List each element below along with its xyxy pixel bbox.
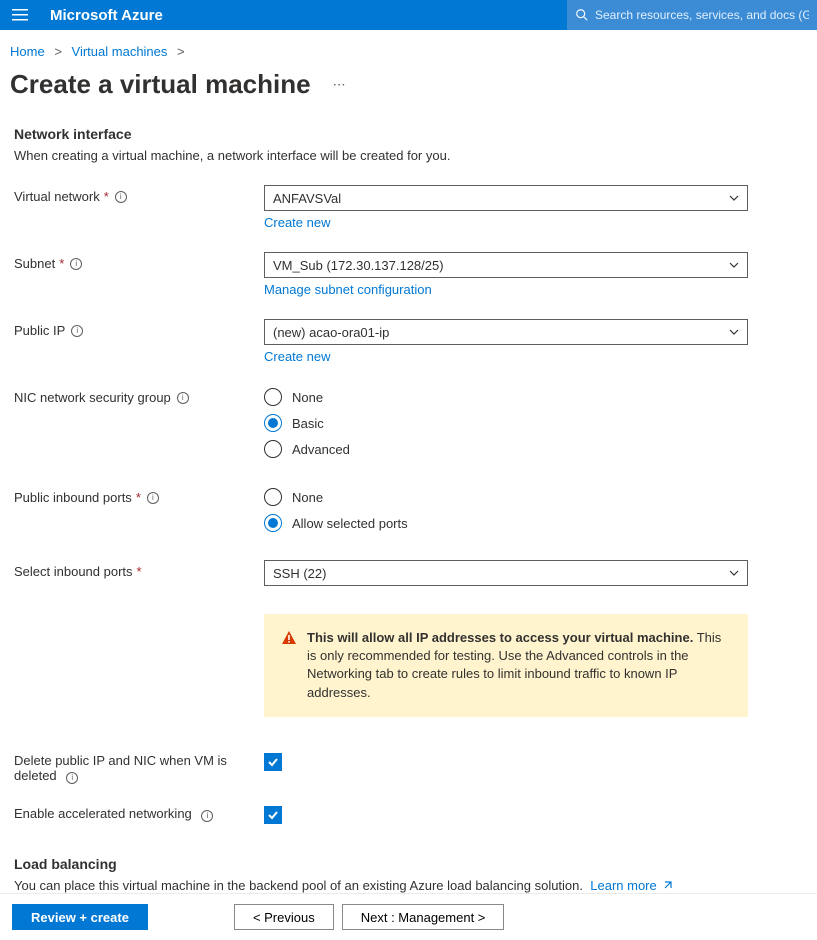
inbound-none-label: None	[292, 490, 323, 505]
select-inbound-ports-dropdown[interactable]: SSH (22)	[264, 560, 748, 586]
breadcrumb-virtual-machines[interactable]: Virtual machines	[72, 44, 168, 59]
warning-icon	[281, 630, 297, 646]
inbound-allow-label: Allow selected ports	[292, 516, 408, 531]
required-indicator: *	[137, 564, 142, 579]
warning-bold-text: This will allow all IP addresses to acce…	[307, 630, 693, 645]
nsg-none-label: None	[292, 390, 323, 405]
info-icon[interactable]: i	[115, 191, 127, 203]
public-ip-label: Public IP	[14, 323, 65, 338]
manage-subnet-link[interactable]: Manage subnet configuration	[264, 282, 432, 297]
select-inbound-ports-value: SSH (22)	[273, 566, 729, 581]
inbound-allow-radio[interactable]: Allow selected ports	[264, 514, 748, 532]
required-indicator: *	[59, 256, 64, 271]
chevron-down-icon	[729, 193, 739, 203]
breadcrumb-home[interactable]: Home	[10, 44, 45, 59]
subnet-label: Subnet	[14, 256, 55, 271]
virtual-network-label: Virtual network	[14, 189, 100, 204]
nic-nsg-radio-group: None Basic Advanced	[264, 386, 748, 458]
info-icon[interactable]: i	[70, 258, 82, 270]
external-link-icon	[662, 881, 672, 891]
inbound-ports-warning: This will allow all IP addresses to acce…	[264, 614, 748, 717]
chevron-down-icon	[729, 327, 739, 337]
network-interface-desc: When creating a virtual machine, a netwo…	[14, 148, 803, 163]
load-balancing-desc: You can place this virtual machine in th…	[14, 878, 583, 893]
chevron-right-icon: >	[171, 44, 191, 59]
nic-nsg-label: NIC network security group	[14, 390, 171, 405]
brand-label: Microsoft Azure	[40, 7, 163, 24]
inbound-ports-radio-group: None Allow selected ports	[264, 486, 748, 532]
wizard-footer: Review + create < Previous Next : Manage…	[0, 893, 817, 940]
public-inbound-ports-label: Public inbound ports	[14, 490, 132, 505]
previous-button[interactable]: < Previous	[234, 904, 334, 930]
delete-ip-nic-checkbox[interactable]	[264, 753, 282, 771]
virtual-network-value: ANFAVSVal	[273, 191, 729, 206]
radio-icon	[264, 488, 282, 506]
nsg-basic-radio[interactable]: Basic	[264, 414, 748, 432]
radio-icon	[264, 514, 282, 532]
delete-ip-nic-label: Delete public IP and NIC when VM is dele…	[14, 753, 227, 783]
virtual-network-dropdown[interactable]: ANFAVSVal	[264, 185, 748, 211]
radio-icon	[264, 414, 282, 432]
info-icon[interactable]: i	[66, 772, 78, 784]
chevron-down-icon	[729, 260, 739, 270]
subnet-value: VM_Sub (172.30.137.128/25)	[273, 258, 729, 273]
more-actions-icon[interactable]: ⋯	[333, 77, 346, 93]
info-icon[interactable]: i	[71, 325, 83, 337]
nsg-none-radio[interactable]: None	[264, 388, 748, 406]
nsg-basic-label: Basic	[292, 416, 324, 431]
info-icon[interactable]: i	[147, 492, 159, 504]
required-indicator: *	[136, 490, 141, 505]
subnet-dropdown[interactable]: VM_Sub (172.30.137.128/25)	[264, 252, 748, 278]
network-interface-heading: Network interface	[14, 126, 803, 142]
load-balancing-heading: Load balancing	[14, 856, 803, 872]
menu-icon[interactable]	[0, 0, 40, 30]
global-search[interactable]	[567, 0, 817, 30]
page-title: Create a virtual machine	[10, 69, 311, 100]
nsg-advanced-radio[interactable]: Advanced	[264, 440, 748, 458]
breadcrumb: Home > Virtual machines >	[0, 30, 817, 65]
inbound-none-radio[interactable]: None	[264, 488, 748, 506]
check-icon	[267, 809, 279, 821]
top-bar: Microsoft Azure	[0, 0, 817, 30]
radio-icon	[264, 440, 282, 458]
learn-more-link[interactable]: Learn more	[590, 878, 672, 893]
radio-icon	[264, 388, 282, 406]
create-new-vnet-link[interactable]: Create new	[264, 215, 330, 230]
nsg-advanced-label: Advanced	[292, 442, 350, 457]
search-icon	[575, 8, 589, 22]
create-new-public-ip-link[interactable]: Create new	[264, 349, 330, 364]
search-input[interactable]	[589, 8, 809, 22]
public-ip-dropdown[interactable]: (new) acao-ora01-ip	[264, 319, 748, 345]
chevron-right-icon: >	[48, 44, 68, 59]
info-icon[interactable]: i	[177, 392, 189, 404]
required-indicator: *	[104, 189, 109, 204]
select-inbound-ports-label: Select inbound ports	[14, 564, 133, 579]
check-icon	[267, 756, 279, 768]
info-icon[interactable]: i	[201, 810, 213, 822]
review-create-button[interactable]: Review + create	[12, 904, 148, 930]
public-ip-value: (new) acao-ora01-ip	[273, 325, 729, 340]
accel-net-checkbox[interactable]	[264, 806, 282, 824]
chevron-down-icon	[729, 568, 739, 578]
accel-net-label: Enable accelerated networking	[14, 806, 192, 821]
next-button[interactable]: Next : Management >	[342, 904, 505, 930]
